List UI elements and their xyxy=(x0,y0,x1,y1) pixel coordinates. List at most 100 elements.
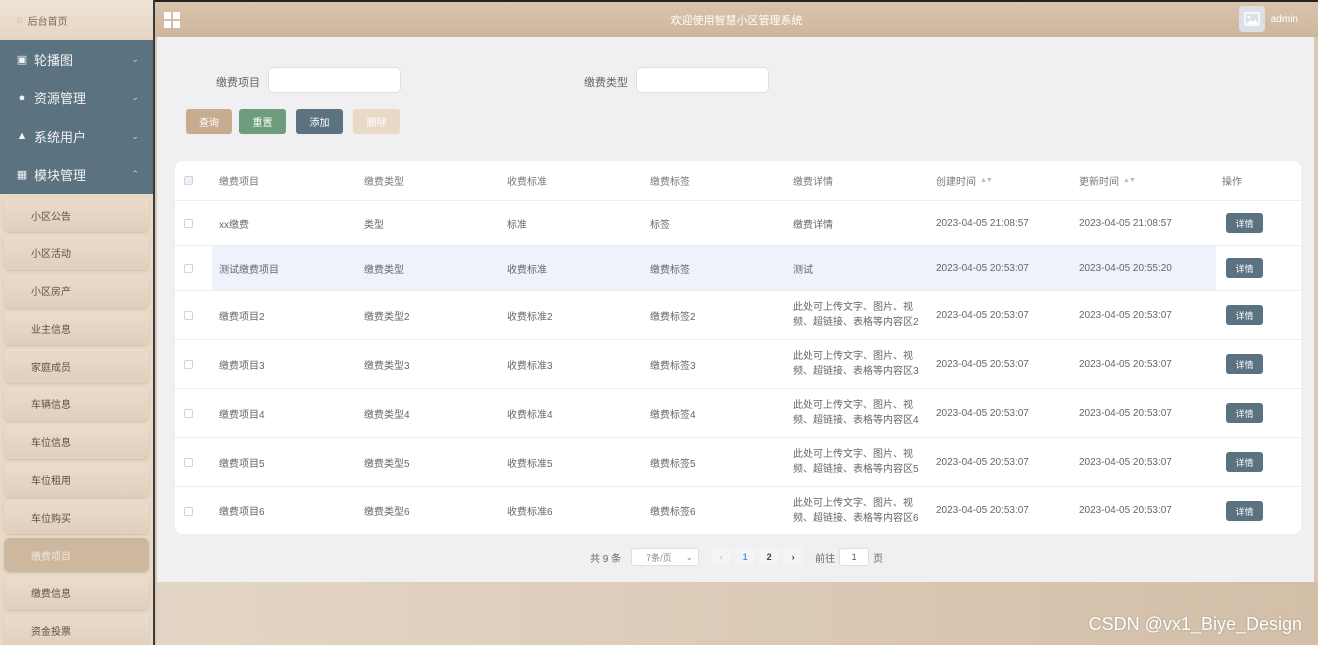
cell-item: 测试缴费项目 xyxy=(219,264,279,276)
cell-detail-line: 此处可上传文字、图片、视 xyxy=(793,400,913,411)
sidebar-menu-modules[interactable]: ▦ 模块管理 ⌃ xyxy=(0,156,153,195)
sidebar-item-notice[interactable]: 小区公告 xyxy=(4,198,149,232)
detail-button[interactable]: 详情 xyxy=(1226,305,1263,325)
sidebar-item-parking[interactable]: 车位信息 xyxy=(4,424,149,459)
main-content: 缴费项目 缴费类型 查询 重置 添加 删除 缴费项目 缴费类型 收费标准 缴费标… xyxy=(157,37,1314,582)
sidebar-item-payment-items[interactable]: 缴费项目 xyxy=(4,538,149,573)
column-header-created[interactable]: 创建时间 ▲▼ xyxy=(936,161,993,200)
prev-page-button[interactable]: ‹ xyxy=(711,548,732,566)
cell-detail-line: 此处可上传文字、图片、视 xyxy=(793,497,913,509)
table-row[interactable]: 缴费项目6 缴费类型6 收费标准6 缴费标签6 此处可上传文字、图片、视 频、超链… xyxy=(175,487,1301,534)
detail-button[interactable]: 详情 xyxy=(1226,354,1263,374)
cell-updated: 2023-04-05 20:55:20 xyxy=(1079,262,1172,274)
menu-toggle-icon[interactable] xyxy=(164,11,180,28)
row-checkbox[interactable] xyxy=(184,360,193,369)
sort-icon[interactable]: ▲▼ xyxy=(1123,177,1136,184)
query-button[interactable]: 查询 xyxy=(186,109,232,134)
cell-created: 2023-04-05 20:53:07 xyxy=(936,262,1029,274)
column-header: 收费标准 xyxy=(507,177,547,188)
data-table: 缴费项目 缴费类型 收费标准 缴费标签 缴费详情 创建时间 ▲▼ 更新时间 ▲▼ 操… xyxy=(175,161,1301,534)
select-all-checkbox[interactable] xyxy=(184,176,193,185)
sidebar-item-fund-vote[interactable]: 资金投票 xyxy=(4,613,149,645)
cell-detail: 缴费详情 xyxy=(793,219,833,231)
chevron-down-icon: ⌄ xyxy=(131,53,139,64)
cell-created: 2023-04-05 20:53:07 xyxy=(936,505,1029,516)
column-header-label: 更新时间 xyxy=(1079,177,1119,188)
sidebar-item-vehicle[interactable]: 车辆信息 xyxy=(4,386,149,421)
cell-type: 缴费类型 xyxy=(364,264,404,276)
avatar[interactable] xyxy=(1238,6,1265,32)
column-header: 缴费类型 xyxy=(364,177,404,188)
detail-button[interactable]: 详情 xyxy=(1226,403,1263,423)
page-number[interactable]: 1 xyxy=(735,548,756,566)
search-item-input[interactable] xyxy=(268,67,401,93)
sidebar-item-property[interactable]: 小区房产 xyxy=(4,273,149,308)
sidebar-item-owner[interactable]: 业主信息 xyxy=(4,311,149,346)
cell-detail-line: 频、超链接、表格等内容区6 xyxy=(793,512,919,524)
cell-type: 缴费类型5 xyxy=(364,458,410,470)
next-page-button[interactable]: › xyxy=(783,548,804,566)
user-menu[interactable]: admin xyxy=(1238,6,1298,32)
sidebar-item-payment-info[interactable]: 缴费信息 xyxy=(4,575,149,610)
table-row[interactable]: 缴费项目5 缴费类型5 收费标准5 缴费标签5 此处可上传文字、图片、视 频、超链… xyxy=(175,438,1301,487)
page-number[interactable]: 2 xyxy=(759,548,780,566)
cell-standard: 收费标准6 xyxy=(507,507,553,518)
cell-standard: 收费标准2 xyxy=(507,311,553,323)
search-item-label: 缴费项目 xyxy=(216,77,260,89)
cell-detail-line: 此处可上传文字、图片、视 xyxy=(793,449,913,460)
column-header-updated[interactable]: 更新时间 ▲▼ xyxy=(1079,161,1136,200)
sidebar-item-parking-rent[interactable]: 车位租用 xyxy=(4,462,149,497)
detail-button[interactable]: 详情 xyxy=(1226,258,1263,278)
sidebar-menu: ▣ 轮播图 ⌄ ● 资源管理 ⌄ ▲ 系统用户 ⌄ ▦ 模块管理 ⌃ xyxy=(0,40,153,194)
goto-label: 前往 xyxy=(815,553,836,565)
table-row[interactable]: 缴费项目3 缴费类型3 收费标准3 缴费标签3 此处可上传文字、图片、视 频、超链… xyxy=(175,340,1301,389)
sidebar-home[interactable]: ⌂ 后台首页 xyxy=(0,0,153,40)
cell-standard: 收费标准5 xyxy=(507,458,553,470)
detail-button[interactable]: 详情 xyxy=(1226,452,1263,472)
row-checkbox[interactable] xyxy=(184,219,193,228)
add-button[interactable]: 添加 xyxy=(296,109,343,134)
cell-type: 类型 xyxy=(364,219,384,231)
cell-type: 缴费类型3 xyxy=(364,360,410,372)
cell-standard: 收费标准3 xyxy=(507,360,553,372)
sidebar-item-activity[interactable]: 小区活动 xyxy=(4,235,149,270)
table-row[interactable]: 缴费项目2 缴费类型2 收费标准2 缴费标签2 此处可上传文字、图片、视 频、超链… xyxy=(175,291,1301,340)
sidebar-item-family[interactable]: 家庭成员 xyxy=(4,349,149,384)
table-row[interactable]: xx缴费 类型 标准 标签 缴费详情 2023-04-05 21:08:57 2… xyxy=(175,201,1301,246)
sidebar-menu-users[interactable]: ▲ 系统用户 ⌄ xyxy=(0,117,153,156)
row-checkbox[interactable] xyxy=(184,409,193,418)
table-row[interactable]: 测试缴费项目 缴费类型 收费标准 缴费标签 测试 2023-04-05 20:5… xyxy=(175,246,1301,291)
search-type-input[interactable] xyxy=(636,67,769,93)
row-checkbox[interactable] xyxy=(184,507,193,516)
row-checkbox[interactable] xyxy=(184,264,193,273)
delete-button[interactable]: 删除 xyxy=(353,109,400,134)
sidebar-menu-resources[interactable]: ● 资源管理 ⌄ xyxy=(0,79,153,118)
cell-detail-line: 频、超链接、表格等内容区3 xyxy=(793,366,919,377)
sidebar-item-parking-buy[interactable]: 车位购买 xyxy=(4,500,149,535)
sort-icon[interactable]: ▲▼ xyxy=(980,177,993,184)
goto-page-input[interactable] xyxy=(839,548,870,566)
page-suffix: 页 xyxy=(873,553,884,565)
cell-detail: 此处可上传文字、图片、视 频、超链接、表格等内容区5 xyxy=(793,438,919,486)
pagination: 共 9 条 7条/页 ⌄ ‹ 1 2 › 前往 页 xyxy=(590,548,883,566)
detail-button[interactable]: 详情 xyxy=(1226,213,1263,233)
column-header: 操作 xyxy=(1222,177,1242,188)
table-row[interactable]: 缴费项目4 缴费类型4 收费标准4 缴费标签4 此处可上传文字、图片、视 频、超链… xyxy=(175,389,1301,438)
row-checkbox[interactable] xyxy=(184,311,193,320)
detail-button[interactable]: 详情 xyxy=(1226,501,1263,521)
chevron-left-icon: ‹ xyxy=(719,551,723,563)
cell-detail: 此处可上传文字、图片、视 频、超链接、表格等内容区2 xyxy=(793,291,919,339)
row-checkbox[interactable] xyxy=(184,458,193,467)
search-type-label: 缴费类型 xyxy=(584,77,628,89)
cell-created: 2023-04-05 20:53:07 xyxy=(936,358,1029,370)
cell-tag: 缴费标签6 xyxy=(650,507,696,518)
cell-detail: 此处可上传文字、图片、视 频、超链接、表格等内容区3 xyxy=(793,340,919,388)
sidebar-menu-carousel[interactable]: ▣ 轮播图 ⌄ xyxy=(0,40,153,79)
cell-type: 缴费类型6 xyxy=(364,507,410,518)
cell-item: 缴费项目4 xyxy=(219,409,265,421)
cell-type: 缴费类型2 xyxy=(364,311,410,323)
cell-updated: 2023-04-05 20:53:07 xyxy=(1079,309,1172,321)
sidebar: ⌂ 后台首页 ▣ 轮播图 ⌄ ● 资源管理 ⌄ ▲ 系统用户 ⌄ ▦ 模块管理 … xyxy=(0,0,155,645)
page-size-select[interactable]: 7条/页 ⌄ xyxy=(631,548,700,566)
reset-button[interactable]: 重置 xyxy=(239,109,286,134)
